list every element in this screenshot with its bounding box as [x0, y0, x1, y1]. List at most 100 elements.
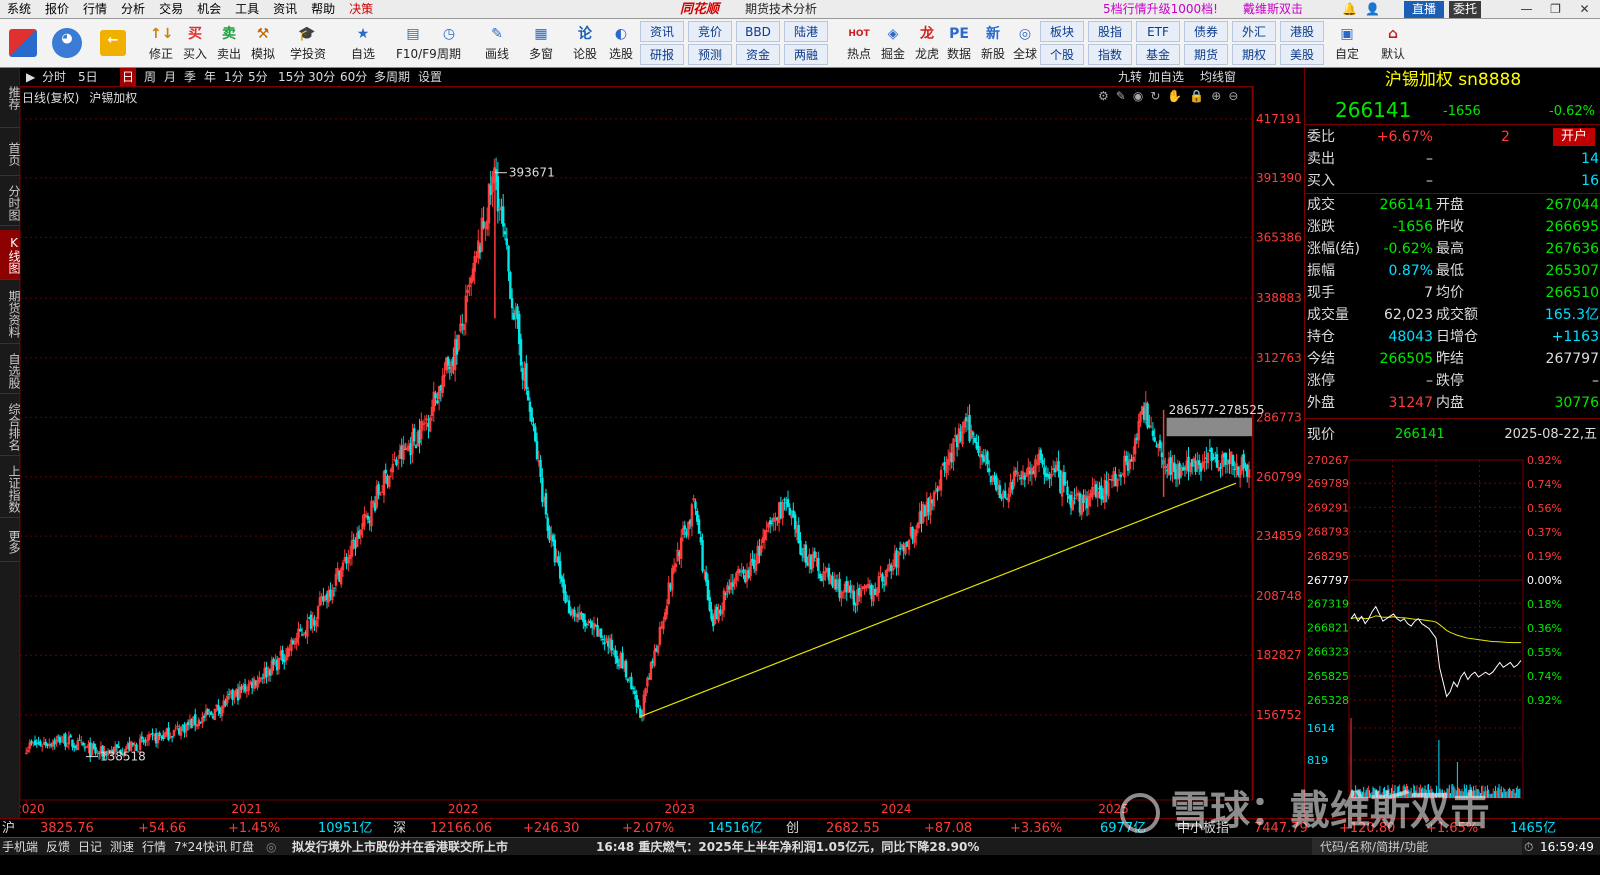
intraday-chart[interactable]: 270267 269789 269291 268793 268295 267797 2673… [1305, 452, 1600, 802]
toolbar-link-small_bottom-7[interactable]: 期货 [1184, 44, 1228, 65]
menu-analysis[interactable]: 分析 [114, 0, 152, 19]
toolbar-ipo-button[interactable]: 新新股 [976, 21, 1010, 67]
menu-quote[interactable]: 报价 [38, 0, 76, 19]
user-icon[interactable]: 👤 [1365, 2, 1380, 16]
news-ticker-1[interactable]: 拟发行境外上市股份并在香港联交所上市 [292, 838, 508, 856]
toolbar-link-small_top-8[interactable]: 外汇 [1232, 21, 1276, 42]
minimize-icon[interactable]: — [1512, 0, 1541, 19]
toolbar-link-small_bottom-5[interactable]: 指数 [1088, 44, 1132, 65]
toolbar-link-small_bottom-3[interactable]: 两融 [784, 44, 828, 65]
trendline[interactable] [640, 482, 1237, 718]
robot-button[interactable]: ◕ [50, 21, 84, 67]
chart-option-1[interactable]: 加自选 [1146, 68, 1186, 86]
bell-icon[interactable]: 🔔 [1342, 2, 1357, 16]
toolbar-dragon-button[interactable]: 龙龙虎 [910, 21, 944, 67]
tab-mobile[interactable]: 手机端 [2, 838, 38, 856]
promo-link[interactable]: 5档行情升级1000档! [1103, 0, 1218, 19]
leftnav-item-3[interactable]: K线图 [0, 230, 21, 280]
leftnav-item-6[interactable]: 综合排名 [0, 398, 21, 456]
toolbar-link-small_top-1[interactable]: 竞价 [688, 21, 732, 42]
toolbar-link-small_bottom-2[interactable]: 资金 [736, 44, 780, 65]
tab-speedtest[interactable]: 测速 [110, 838, 134, 856]
period-tab-1[interactable]: 5日 [76, 68, 100, 86]
period-tab-10[interactable]: 30分 [306, 68, 337, 86]
menu-opportunity[interactable]: 机会 [190, 0, 228, 19]
tab-watch[interactable]: 盯盘 [230, 838, 254, 856]
delegate-button[interactable]: 委托 [1449, 1, 1482, 18]
kline-chart[interactable]: 4171913913903653863388833127632867732607… [20, 87, 1304, 818]
menu-news[interactable]: 资讯 [266, 0, 304, 19]
toolbar-link-small_bottom-0[interactable]: 研报 [640, 44, 684, 65]
period-tab-11[interactable]: 60分 [338, 68, 369, 86]
leftnav-item-2[interactable]: 分时图 [0, 180, 21, 226]
menu-tools[interactable]: 工具 [228, 0, 266, 19]
tab-market[interactable]: 行情 [142, 838, 166, 856]
cy-value[interactable]: 2682.55 [826, 819, 880, 838]
period-tab-9[interactable]: 15分 [276, 68, 307, 86]
chart-option-0[interactable]: 九转 [1116, 68, 1144, 86]
leftnav-item-7[interactable]: 上证指数 [0, 460, 21, 518]
period-tab-5[interactable]: 季 [182, 68, 198, 86]
period-tab-0[interactable]: 分时 [40, 68, 68, 86]
period-tab-8[interactable]: 5分 [246, 68, 270, 86]
toolbar-custom-button[interactable]: ▣ 自定 [1330, 21, 1364, 67]
toolbar-link-small_bottom-6[interactable]: 基金 [1136, 44, 1180, 65]
toolbar-link-small_top-2[interactable]: BBD [736, 21, 780, 42]
live-button[interactable]: 直播 [1404, 1, 1445, 18]
toolbar-link-small_bottom-8[interactable]: 期权 [1232, 44, 1276, 65]
period-tab-13[interactable]: 设置 [416, 68, 444, 86]
period-tab-7[interactable]: 1分 [222, 68, 246, 86]
toolbar-buy-button[interactable]: 买买入 [178, 21, 212, 67]
toolbar-stock-forum-button[interactable]: 论论股 [568, 21, 602, 67]
toolbar-link-small_bottom-4[interactable]: 个股 [1040, 44, 1084, 65]
toolbar-f10-button[interactable]: ▤ F10/F9 [396, 21, 437, 67]
menu-market[interactable]: 行情 [76, 0, 114, 19]
sh-value[interactable]: 3825.76 [40, 819, 94, 838]
layout-button[interactable] [6, 21, 40, 67]
period-tab-6[interactable]: 年 [202, 68, 218, 86]
toolbar-link-small_top-4[interactable]: 板块 [1040, 21, 1084, 42]
search-input[interactable]: 代码/名称/简拼/功能 [1312, 838, 1522, 856]
toolbar-link-small_top-0[interactable]: 资讯 [640, 21, 684, 42]
back-button[interactable]: ← [96, 21, 130, 67]
toolbar-hot-button[interactable]: HOT 热点 [842, 21, 876, 67]
toolbar-data-button[interactable]: PE 数据 [942, 21, 976, 67]
close-icon[interactable]: ✕ [1570, 0, 1599, 19]
menu-trade[interactable]: 交易 [152, 0, 190, 19]
toolbar-link-small_top-9[interactable]: 港股 [1280, 21, 1324, 42]
menu-decision[interactable]: 决策 [342, 0, 380, 19]
collapse-arrow-icon[interactable]: ▶ [24, 68, 37, 86]
toolbar-period-button[interactable]: ◷ 周期 [432, 21, 466, 67]
toolbar-learn-button[interactable]: 🎓 学投资 [290, 21, 326, 67]
period-tab-2[interactable]: 日 [120, 68, 137, 86]
tab-diary[interactable]: 日记 [78, 838, 102, 856]
menu-system[interactable]: 系统 [0, 0, 38, 19]
leftnav-item-4[interactable]: 期货资料 [0, 284, 21, 344]
toolbar-link-small_top-6[interactable]: ETF [1136, 21, 1180, 42]
toolbar-multi-button[interactable]: ▦ 多窗 [524, 21, 558, 67]
toolbar-modify-button[interactable]: ↑↓ 修正 [144, 21, 178, 67]
news-ticker-2[interactable]: 16:48 重庆燃气：2025年上半年净利润1.05亿元，同比下降28.90% [596, 838, 979, 856]
period-tab-4[interactable]: 月 [162, 68, 178, 86]
toolbar-global-button[interactable]: ◎ 全球 [1008, 21, 1042, 67]
restore-icon[interactable]: ❐ [1541, 0, 1570, 19]
toolbar-default-button[interactable]: ⌂ 默认 [1376, 21, 1410, 67]
speaker-icon[interactable]: ◎ [266, 838, 276, 856]
toolbar-link-small_bottom-9[interactable]: 美股 [1280, 44, 1324, 65]
user-name[interactable]: 戴维斯双击 [1243, 0, 1303, 19]
toolbar-sell-button[interactable]: 卖卖出 [212, 21, 246, 67]
leftnav-item-0[interactable]: 推荐 [0, 68, 21, 128]
leftnav-item-8[interactable]: 更多 [0, 522, 21, 562]
chart-option-3[interactable]: 窗 [1222, 68, 1238, 86]
open-account-button[interactable]: 开户 [1552, 128, 1595, 146]
toolbar-simulate-button[interactable]: ⚒ 模拟 [246, 21, 280, 67]
toolbar-link-small_bottom-1[interactable]: 预测 [688, 44, 732, 65]
tab-feedback[interactable]: 反馈 [46, 838, 70, 856]
toolbar-link-small_top-3[interactable]: 陆港 [784, 21, 828, 42]
tab-flash-news[interactable]: 7*24快讯 [174, 838, 227, 856]
menu-help[interactable]: 帮助 [304, 0, 342, 19]
toolbar-watchlist-button[interactable]: ★ 自选 [346, 21, 380, 67]
toolbar-link-small_top-5[interactable]: 股指 [1088, 21, 1132, 42]
leftnav-item-5[interactable]: 自选股 [0, 348, 21, 394]
period-tab-3[interactable]: 周 [142, 68, 158, 86]
